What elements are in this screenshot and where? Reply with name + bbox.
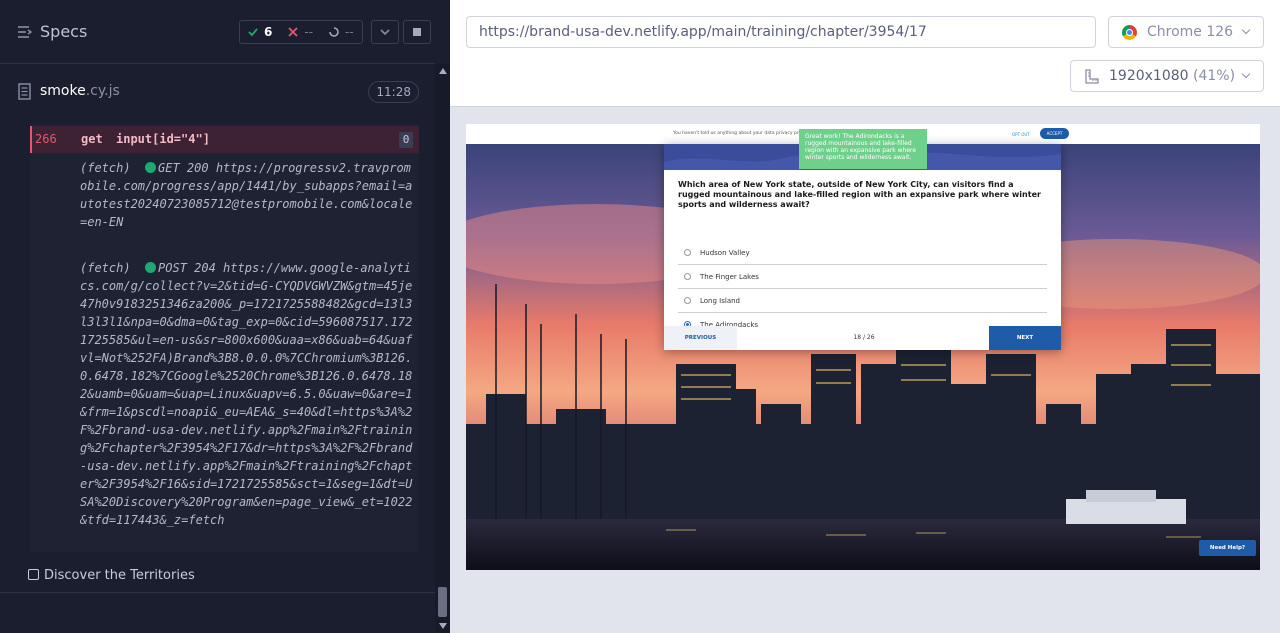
failed-stat: --	[280, 21, 321, 43]
scroll-up-icon[interactable]	[439, 68, 447, 74]
answer-label: Hudson Valley	[700, 249, 750, 257]
viewport-selector[interactable]: 1920x1080 (41%)	[1070, 60, 1264, 92]
passed-stat: 6	[240, 21, 280, 43]
cookie-accept-button[interactable]: ACCEPT	[1040, 128, 1069, 139]
app-under-test: You haven't told us anything about your …	[466, 124, 1260, 570]
answer-label: Long Island	[700, 297, 740, 305]
browser-name: Chrome 126	[1147, 24, 1234, 40]
active-command[interactable]: 266 get input[id="4"] 0	[30, 126, 419, 153]
cookie-opt-out-link[interactable]: OPT OUT	[1012, 132, 1030, 137]
request-kind: (fetch)	[80, 161, 131, 175]
answer-label: The Finger Lakes	[700, 273, 759, 281]
question-progress: 18 / 26	[853, 334, 875, 341]
request-kind: (fetch)	[80, 261, 131, 275]
request-text: POST 204 https://www.google-analytics.co…	[80, 261, 413, 527]
status-dot-icon	[145, 262, 157, 273]
command-log-scrollbar[interactable]	[435, 64, 450, 633]
element-count-badge: 0	[399, 132, 413, 148]
divider	[0, 592, 435, 593]
viewport-zoom: (41%)	[1193, 68, 1236, 84]
pending-stat: --	[321, 21, 362, 43]
spec-name: smoke	[40, 83, 86, 99]
status-dot-icon	[145, 162, 157, 173]
spec-file-row[interactable]: smoke.cy.js 11:28	[16, 76, 419, 108]
chevron-down-icon	[1241, 69, 1251, 79]
spec-file-name: smoke.cy.js	[40, 83, 120, 99]
radio-icon[interactable]	[684, 297, 691, 304]
runner-panel: Specs 6 -- -- smoke.cy.js 11:28 266 get …	[0, 0, 450, 633]
quiz-modal: Which area of New York state, outside of…	[664, 144, 1061, 350]
previous-button[interactable]: PREVIOUS	[664, 326, 737, 350]
x-icon	[288, 27, 298, 37]
next-button[interactable]: NEXT	[989, 326, 1061, 350]
test-title-row[interactable]: Discover the Territories	[28, 568, 195, 583]
chrome-icon	[1122, 25, 1137, 40]
preview-toolbar: https://brand-usa-dev.netlify.app/main/t…	[450, 0, 1280, 107]
pending-count: --	[345, 25, 354, 39]
answer-option[interactable]: Hudson Valley	[678, 241, 1047, 265]
test-stats: 6 -- --	[239, 20, 363, 44]
preview-area: https://brand-usa-dev.netlify.app/main/t…	[450, 0, 1280, 633]
file-icon	[18, 83, 31, 100]
ruler-icon	[1085, 69, 1099, 84]
radio-icon[interactable]	[684, 273, 691, 280]
specs-header: Specs 6 -- --	[0, 0, 435, 64]
command-selector: input[id="4"]	[116, 132, 210, 146]
stop-button[interactable]	[403, 20, 431, 44]
specs-title: Specs	[40, 22, 88, 41]
scrollbar-thumb[interactable]	[438, 587, 447, 617]
chevron-down-icon	[380, 29, 390, 36]
command-name: get	[81, 132, 103, 146]
scroll-down-icon[interactable]	[439, 623, 447, 629]
viewport-size: 1920x1080	[1109, 68, 1189, 84]
browser-selector[interactable]: Chrome 126	[1108, 16, 1264, 48]
fetch-request-get[interactable]: (fetch) GET 200 https://progressv2.travp…	[80, 159, 416, 231]
radio-icon[interactable]	[684, 249, 691, 256]
answer-option[interactable]: The Finger Lakes	[678, 265, 1047, 289]
specs-list-icon[interactable]	[17, 24, 33, 40]
command-log: 266 get input[id="4"] 0 (fetch) GET 200 …	[30, 124, 419, 552]
url-bar[interactable]: https://brand-usa-dev.netlify.app/main/t…	[466, 16, 1096, 48]
spec-duration: 11:28	[368, 81, 419, 103]
passed-count: 6	[264, 25, 273, 39]
answer-option[interactable]: Long Island	[678, 289, 1047, 313]
collapse-button[interactable]	[371, 20, 399, 44]
spec-extension: .cy.js	[85, 83, 120, 99]
need-help-button[interactable]: Need Help?	[1199, 540, 1256, 556]
quiz-question: Which area of New York state, outside of…	[678, 180, 1041, 209]
test-status-icon	[28, 569, 39, 580]
quiz-footer: PREVIOUS 18 / 26 NEXT	[664, 326, 1061, 350]
chevron-down-icon	[1241, 25, 1251, 35]
feedback-toast: Great work! The Adirondacks is a rugged …	[799, 129, 927, 169]
check-icon	[248, 28, 258, 37]
failed-count: --	[304, 25, 314, 39]
command-number: 266	[35, 132, 57, 146]
fetch-request-post[interactable]: (fetch) POST 204 https://www.google-anal…	[80, 259, 416, 529]
stop-icon	[413, 28, 421, 36]
test-title: Discover the Territories	[44, 568, 195, 583]
pending-icon	[329, 27, 339, 37]
